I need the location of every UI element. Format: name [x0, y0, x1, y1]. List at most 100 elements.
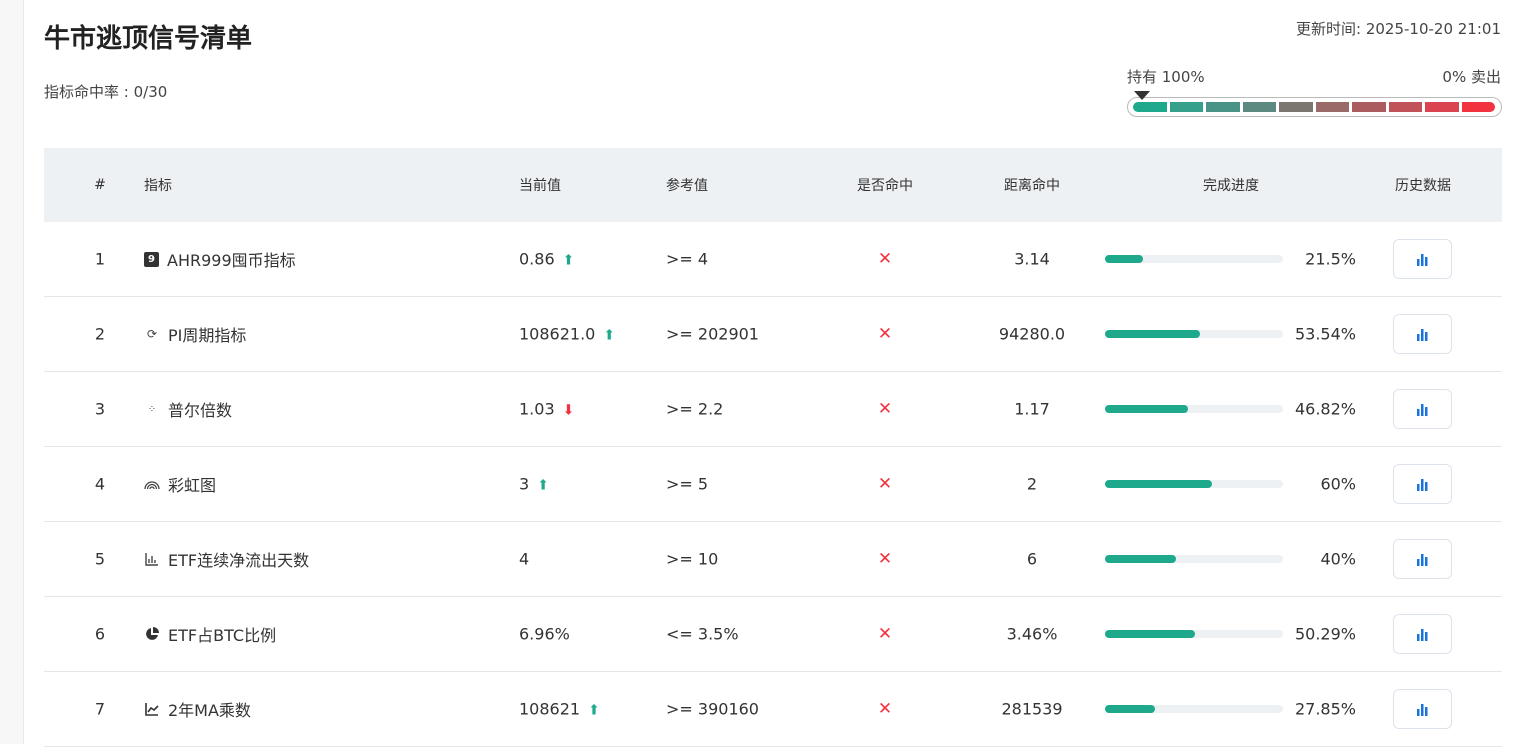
not-hit-icon: ✕ — [877, 549, 893, 569]
current-value-cell: 4 — [519, 550, 529, 569]
reference-value: >= 2.2 — [666, 399, 724, 419]
history-data-button[interactable] — [1393, 389, 1452, 429]
reference-value: >= 10 — [666, 549, 719, 569]
history-data-button[interactable] — [1393, 464, 1452, 504]
reference-value: >= 390160 — [666, 699, 759, 719]
current-value: 0.86 — [519, 249, 555, 269]
history-data-button[interactable] — [1393, 689, 1452, 729]
progress-bar — [1105, 480, 1283, 488]
gauge-segment — [1169, 102, 1203, 112]
progress-fill — [1105, 705, 1155, 713]
not-hit-icon: ✕ — [877, 399, 893, 419]
table-row: 4 彩虹图 3 ⬆ >= 5 ✕ 2 60% — [44, 447, 1502, 522]
progress-percent: 46.82% — [1294, 399, 1356, 419]
line-chart-icon — [144, 701, 160, 717]
current-value-cell: 108621.0 ⬆ — [519, 325, 615, 344]
current-value-cell: 3 ⬆ — [519, 475, 549, 494]
current-value: 6.96% — [519, 624, 570, 644]
gauge-segment — [1352, 102, 1386, 112]
pie-chart-icon — [144, 626, 160, 642]
progress-bar — [1105, 705, 1283, 713]
col-history: 历史数据 — [1395, 178, 1451, 194]
indicator-name-cell: ⟳ PI周期指标 — [144, 322, 246, 346]
row-number: 3 — [94, 399, 106, 419]
row-number: 7 — [94, 699, 106, 719]
table-row: 7 2年MA乘数 108621 ⬆ >= 390160 ✕ 281539 27.8… — [44, 672, 1502, 747]
current-value-cell: 108621 ⬆ — [519, 700, 600, 719]
row-number: 4 — [94, 474, 106, 494]
current-value: 4 — [519, 549, 530, 569]
table-row: 2 ⟳ PI周期指标 108621.0 ⬆ >= 202901 ✕ 94280.0 … — [44, 297, 1502, 372]
history-data-button[interactable] — [1393, 239, 1452, 279]
progress-bar — [1105, 405, 1283, 413]
hit-rate: 指标命中率 : 0/30 — [44, 83, 168, 101]
row-number: 5 — [94, 549, 106, 569]
indicator-name-cell: ETF连续净流出天数 — [144, 547, 309, 571]
progress-bar — [1105, 330, 1283, 338]
gauge-segment — [1206, 102, 1240, 112]
indicator-name-cell: 彩虹图 — [144, 472, 216, 496]
indicator-name-cell: ⁘ 普尔倍数 — [144, 397, 232, 421]
current-value-cell: 0.86 ⬆ — [519, 250, 574, 269]
current-value-cell: 6.96% — [519, 625, 570, 644]
hold-label: 持有 100% — [1127, 68, 1205, 86]
indicator-name: AHR999囤币指标 — [167, 251, 296, 270]
progress-bar — [1105, 630, 1283, 638]
bar-chart-icon — [1416, 479, 1427, 491]
reference-value: <= 3.5% — [666, 624, 739, 644]
progress-fill — [1105, 330, 1201, 338]
not-hit-icon: ✕ — [877, 474, 893, 494]
history-data-button[interactable] — [1393, 614, 1452, 654]
indicator-name: ETF连续净流出天数 — [168, 551, 310, 570]
progress-percent: 27.85% — [1294, 699, 1356, 719]
distance-value: 2 — [1026, 474, 1038, 494]
current-value: 1.03 — [519, 399, 555, 419]
progress-percent: 40% — [1320, 549, 1356, 569]
current-value: 108621 — [519, 699, 581, 719]
bar-chart-icon — [1416, 554, 1427, 566]
table-row: 3 ⁘ 普尔倍数 1.03 ⬇ >= 2.2 ✕ 1.17 46.82% — [44, 372, 1502, 447]
progress-fill — [1105, 405, 1189, 413]
bar-chart-icon — [144, 551, 160, 567]
not-hit-icon: ✕ — [877, 324, 893, 344]
progress-percent: 60% — [1320, 474, 1356, 494]
indicator-name-cell: 9 AHR999囤币指标 — [144, 247, 296, 271]
history-data-button[interactable] — [1393, 539, 1452, 579]
not-hit-icon: ✕ — [877, 624, 893, 644]
progress-bar — [1105, 555, 1283, 563]
rainbow-icon — [144, 476, 160, 492]
gauge-segment — [1242, 102, 1276, 112]
col-hit: 是否命中 — [857, 178, 913, 194]
sell-label: 0% 卖出 — [1442, 68, 1501, 86]
distance-value: 1.17 — [1014, 399, 1050, 419]
trend-up-icon: ⬆ — [537, 477, 549, 494]
distance-value: 94280.0 — [998, 324, 1066, 344]
gauge-segment — [1461, 102, 1495, 112]
signal-gauge — [1127, 97, 1502, 117]
col-indicator: 指标 — [144, 178, 172, 194]
indicator-name: 普尔倍数 — [168, 401, 233, 420]
progress-fill — [1105, 555, 1177, 563]
table-row: 6 ETF占BTC比例 6.96% <= 3.5% ✕ 3.46% 50.29% — [44, 597, 1502, 672]
col-number: # — [94, 177, 106, 193]
distance-value: 6 — [1026, 549, 1038, 569]
gauge-segment — [1425, 102, 1459, 112]
indicator-name: ETF占BTC比例 — [168, 626, 277, 645]
indicator-name: 2年MA乘数 — [168, 701, 251, 720]
col-current: 当前值 — [519, 178, 561, 194]
trend-up-icon: ⬆ — [562, 252, 575, 269]
gauge-segment — [1133, 102, 1167, 112]
indicator-table: # 指标 当前值 参考值 是否命中 距离命中 完成进度 历史数据 1 9 AHR9… — [44, 148, 1502, 747]
scatter-icon: ⁘ — [147, 403, 157, 415]
col-progress: 完成进度 — [1203, 178, 1259, 194]
progress-percent: 21.5% — [1305, 249, 1356, 269]
col-reference: 参考值 — [666, 178, 708, 194]
reference-value: >= 202901 — [666, 324, 759, 344]
progress-percent: 50.29% — [1294, 624, 1356, 644]
table-row: 5 ETF连续净流出天数 4 >= 10 ✕ 6 40% — [44, 522, 1502, 597]
number-9-icon: 9 — [144, 251, 159, 267]
history-data-button[interactable] — [1393, 314, 1452, 354]
reference-value: >= 4 — [666, 249, 709, 269]
col-distance: 距离命中 — [1004, 178, 1060, 194]
trend-down-icon: ⬇ — [562, 402, 575, 419]
